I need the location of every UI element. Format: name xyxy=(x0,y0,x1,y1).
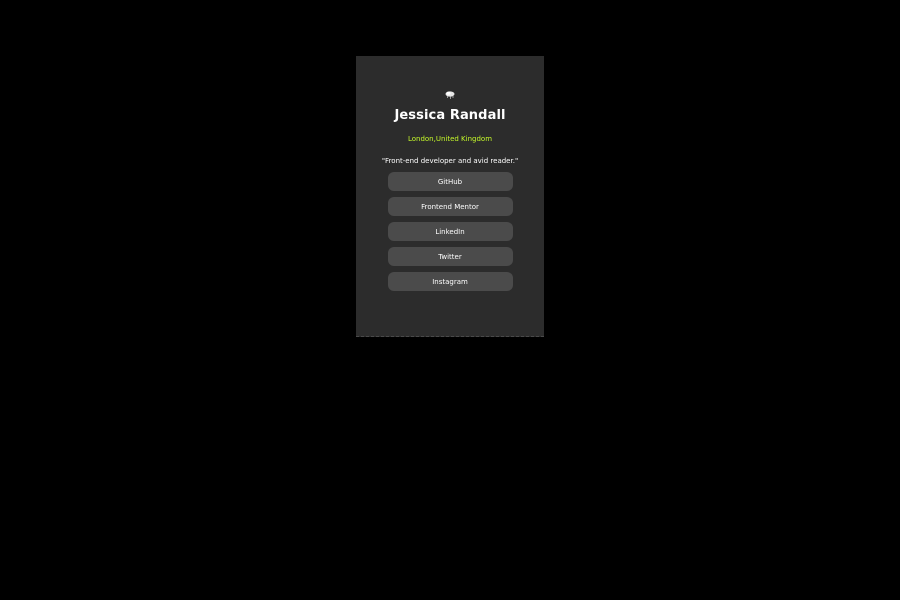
frontend-mentor-link-button[interactable]: Frontend Mentor xyxy=(387,197,513,216)
avatar xyxy=(444,90,456,100)
github-link-button[interactable]: GitHub xyxy=(387,172,513,191)
profile-bio: "Front-end developer and avid reader." xyxy=(381,157,519,165)
social-links: GitHub Frontend Mentor LinkedIn Twitter … xyxy=(387,172,513,291)
profile-name: Jessica Randall xyxy=(394,108,506,123)
instagram-link-button[interactable]: Instagram xyxy=(387,272,513,291)
profile-card: Jessica Randall London,United Kingdom "F… xyxy=(356,56,544,337)
profile-image-icon xyxy=(445,91,455,99)
profile-location: London,United Kingdom xyxy=(407,135,493,143)
twitter-link-button[interactable]: Twitter xyxy=(387,247,513,266)
linkedin-link-button[interactable]: LinkedIn xyxy=(387,222,513,241)
